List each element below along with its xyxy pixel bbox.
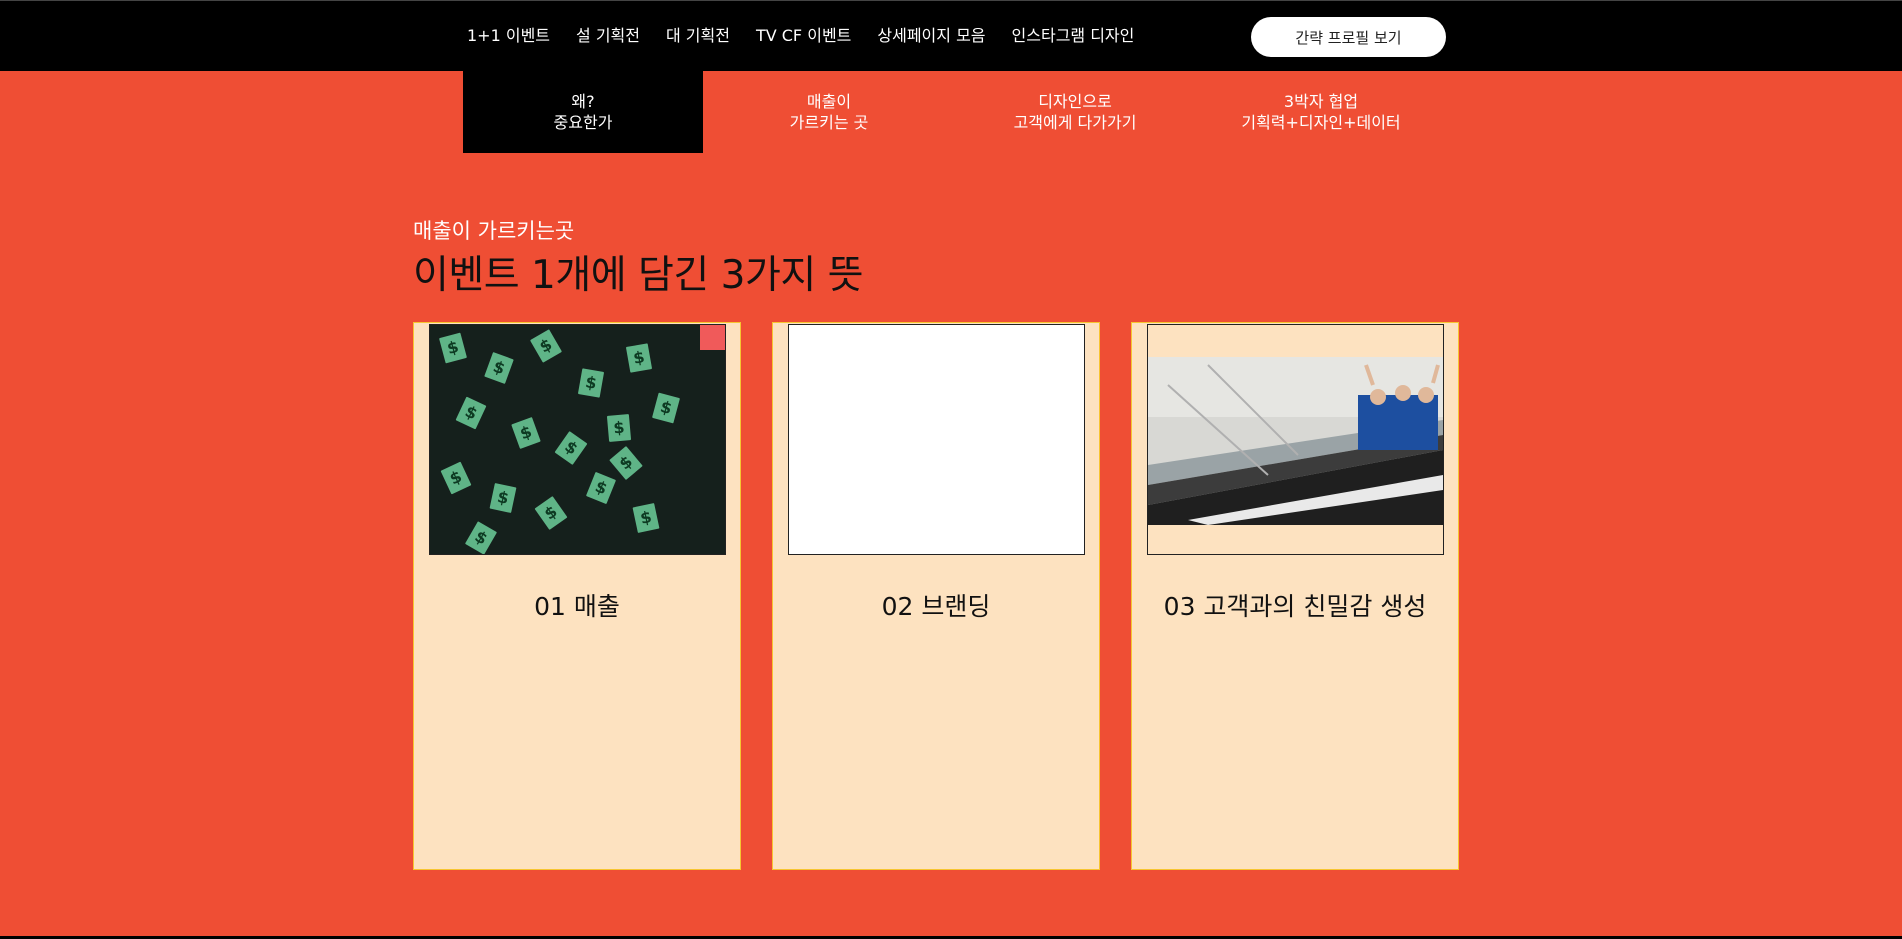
section-title: 이벤트 1개에 담긴 3가지 뜻 bbox=[413, 253, 864, 298]
dollar-bill-icon: $ bbox=[455, 396, 487, 430]
dollar-bill-icon: $ bbox=[577, 368, 605, 398]
dollar-bill-icon: $ bbox=[585, 471, 617, 505]
top-nav-item-detail-pages[interactable]: 상세페이지 모음 bbox=[877, 25, 985, 47]
section-subtitle: 매출이 가르키는곳 bbox=[413, 219, 575, 243]
tab-label-line2: 기획력+디자인+데이터 bbox=[1241, 113, 1401, 132]
dollar-bill-icon: $ bbox=[609, 445, 643, 481]
top-nav-item-dae[interactable]: 대 기획전 bbox=[666, 25, 730, 47]
card-customer-intimacy[interactable]: 03 고객과의 친밀감 생성 bbox=[1131, 322, 1459, 870]
dollar-bill-icon: $ bbox=[534, 496, 568, 530]
top-nav-item-instagram[interactable]: 인스타그램 디자인 bbox=[1012, 25, 1135, 47]
dollar-bill-icon: $ bbox=[529, 329, 563, 363]
tab-design-approach[interactable]: 디자인으로 고객에게 다가가기 bbox=[955, 71, 1195, 153]
tab-label-line1: 3박자 협업 bbox=[1283, 92, 1359, 111]
tab-label-line1: 디자인으로 bbox=[1038, 92, 1112, 111]
escalator-photo-image bbox=[1147, 324, 1444, 555]
tab-label-line1: 왜? bbox=[571, 92, 595, 111]
dollar-bill-icon: $ bbox=[632, 502, 660, 534]
dollar-bill-icon: $ bbox=[606, 414, 632, 442]
card-label: 01 매출 bbox=[534, 592, 620, 621]
dollar-bill-icon: $ bbox=[464, 521, 498, 554]
dollar-bill-icon: $ bbox=[439, 332, 467, 364]
card-label: 03 고객과의 친밀감 생성 bbox=[1163, 592, 1427, 621]
escalator-photo-icon bbox=[1148, 357, 1443, 525]
dollar-bill-icon: $ bbox=[511, 417, 541, 449]
tab-label-line2: 고객에게 다가가기 bbox=[1013, 113, 1137, 132]
top-nav-item-1plus1[interactable]: 1+1 이벤트 bbox=[467, 25, 550, 47]
corner-badge bbox=[700, 325, 725, 350]
dollar-bill-icon: $ bbox=[625, 343, 653, 373]
tab-label-line1: 매출이 bbox=[806, 92, 852, 111]
dollar-bill-icon: $ bbox=[489, 482, 517, 514]
top-bar: 1+1 이벤트 설 기획전 대 기획전 TV CF 이벤트 상세페이지 모음 인… bbox=[0, 0, 1902, 71]
dollar-bill-icon: $ bbox=[484, 352, 514, 384]
branding-image bbox=[788, 324, 1085, 555]
money-rain-image: $ $ $ $ $ $ $ $ $ $ $ $ $ $ $ $ $ bbox=[429, 324, 726, 555]
card-branding[interactable]: 02 브랜딩 bbox=[772, 322, 1100, 870]
dollar-bill-icon: $ bbox=[652, 392, 680, 424]
card-label: 02 브랜딩 bbox=[881, 592, 991, 621]
tab-why-important[interactable]: 왜? 중요한가 bbox=[463, 71, 703, 153]
tab-label-line2: 가르키는 곳 bbox=[789, 113, 869, 132]
tab-sales-direction[interactable]: 매출이 가르키는 곳 bbox=[709, 71, 949, 153]
card-sales[interactable]: $ $ $ $ $ $ $ $ $ $ $ $ $ $ $ $ $ 01 매출 bbox=[413, 322, 741, 870]
dollar-bill-icon: $ bbox=[440, 461, 472, 495]
top-nav-item-seol[interactable]: 설 기획전 bbox=[576, 25, 640, 47]
sub-nav: 왜? 중요한가 매출이 가르키는 곳 디자인으로 고객에게 다가가기 3박자 협… bbox=[463, 71, 1447, 153]
tab-label-line2: 중요한가 bbox=[553, 113, 613, 132]
top-nav: 1+1 이벤트 설 기획전 대 기획전 TV CF 이벤트 상세페이지 모음 인… bbox=[467, 25, 1160, 47]
tab-collaboration[interactable]: 3박자 협업 기획력+디자인+데이터 bbox=[1201, 71, 1441, 153]
profile-button[interactable]: 간략 프로필 보기 bbox=[1251, 17, 1446, 57]
dollar-bill-icon: $ bbox=[554, 431, 588, 465]
top-nav-item-tvcf[interactable]: TV CF 이벤트 bbox=[756, 25, 851, 47]
